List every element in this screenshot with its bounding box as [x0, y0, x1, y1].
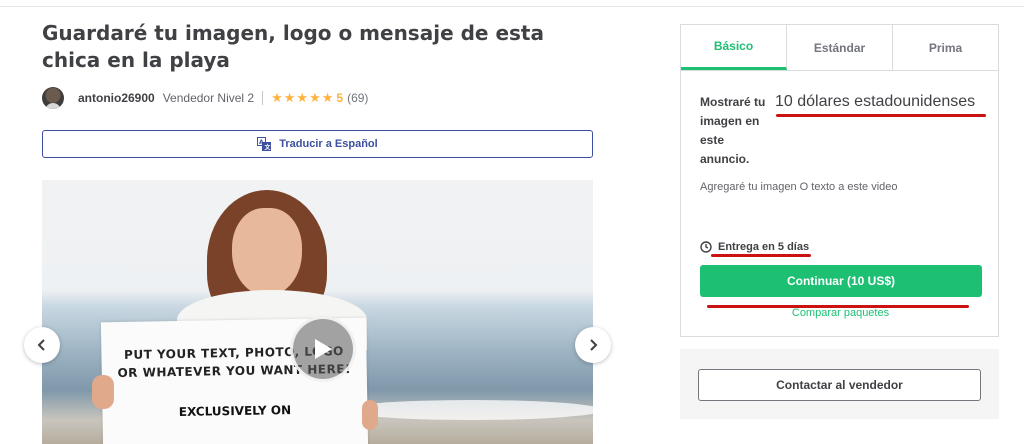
package-price: 10 dólares estadounidenses: [775, 93, 976, 110]
seller-info: antonio26900 Vendedor Nivel 2 ★★★★★ 5 (6…: [42, 86, 368, 110]
package-name: Mostraré tu imagen en este anuncio.: [700, 95, 766, 166]
rating-stars-icon: ★★★★★: [271, 90, 335, 105]
sea-foam: [342, 400, 593, 420]
gig-title: Guardaré tu imagen, logo o mensaje de es…: [42, 21, 544, 72]
svg-text:文: 文: [264, 144, 272, 152]
tab-prima[interactable]: Prima: [893, 25, 998, 70]
seller-name[interactable]: antonio26900: [78, 91, 155, 105]
carousel-prev-button[interactable]: [24, 327, 60, 363]
package-tabs: Básico Estándar Prima: [681, 25, 998, 71]
annotation-underline-price: [776, 114, 986, 117]
woman-face: [232, 208, 302, 296]
translate-icon: A 文: [257, 137, 272, 152]
contact-seller-button[interactable]: Contactar al vendedor: [698, 369, 981, 401]
play-button[interactable]: [290, 316, 356, 382]
contact-panel: Contactar al vendedor: [680, 349, 999, 419]
carousel-next-button[interactable]: [575, 327, 611, 363]
rating-value: 5: [336, 91, 344, 105]
chevron-left-icon: [37, 339, 45, 351]
package-panel: Básico Estándar Prima Mostraré tu imagen…: [680, 24, 999, 337]
left-hand: [92, 375, 114, 409]
clock-icon: [700, 241, 712, 253]
svg-text:A: A: [259, 139, 264, 146]
seller-divider: [262, 91, 264, 105]
gig-media[interactable]: PUT YOUR TEXT, PHOTO, LOGO OR WHATEVER Y…: [42, 180, 593, 444]
play-icon: [315, 339, 332, 359]
continue-button[interactable]: Continuar (10 US$): [700, 265, 982, 297]
delivery-time: Entrega en 5 días: [700, 241, 809, 253]
translate-label: Traducir a Español: [279, 138, 378, 150]
compare-packages-link[interactable]: Comparar paquetes: [681, 307, 1000, 319]
sign-line-3: EXCLUSIVELY ON: [178, 403, 292, 419]
translate-button[interactable]: A 文 Traducir a Español: [42, 130, 593, 158]
seller-level: Vendedor Nivel 2: [162, 91, 255, 105]
package-description: Agregaré tu imagen O texto a este video: [700, 181, 898, 193]
delivery-label: Entrega en 5 días: [718, 241, 810, 253]
seller-avatar[interactable]: [42, 87, 64, 109]
chevron-right-icon: [590, 339, 598, 351]
top-divider: [0, 0, 1024, 7]
tab-estandar[interactable]: Estándar: [787, 25, 893, 70]
review-count[interactable]: (69): [347, 91, 368, 105]
tab-basico[interactable]: Básico: [681, 25, 787, 70]
right-hand: [362, 400, 378, 430]
annotation-underline-delivery: [711, 254, 811, 257]
